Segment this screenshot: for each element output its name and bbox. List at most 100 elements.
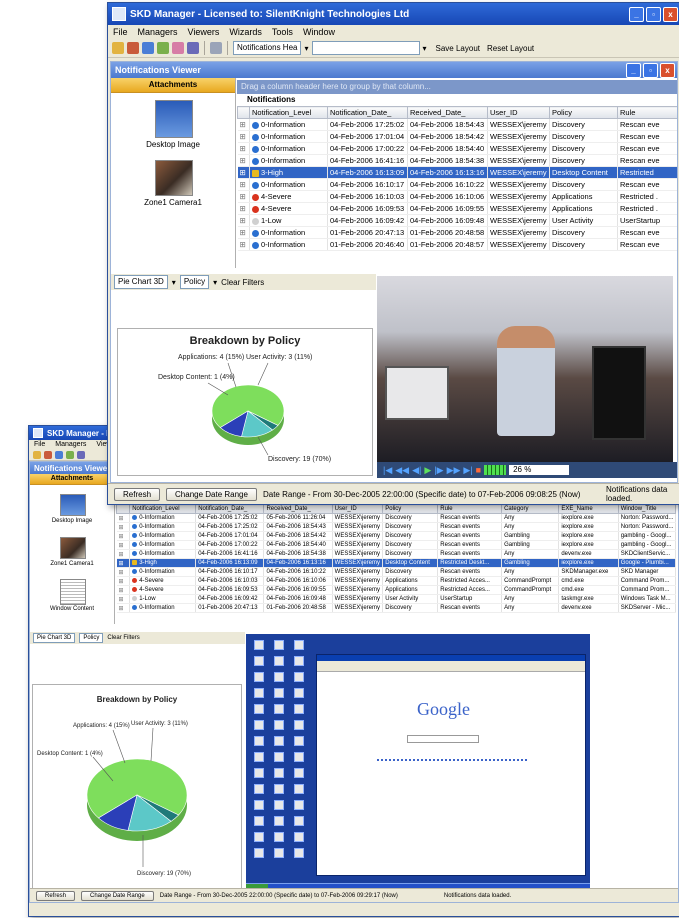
back-window-content-thumbnail[interactable] [60,579,86,605]
desktop-shortcut-icon[interactable] [254,720,264,730]
chart-type-select[interactable]: Pie Chart 3D [114,275,168,289]
table-row[interactable]: ⊞ 0-Information 01-Feb-2006 20:47:13 01-Feb… [237,226,677,239]
table-row[interactable]: ⊞ 0-Information 04-Feb-2006 17:25:02 05-Feb… [116,513,676,523]
skip-end-icon[interactable]: ▶| [463,465,472,476]
desktop-shortcut-icon[interactable] [254,832,264,842]
attachment-caption[interactable]: Desktop Image [111,140,235,149]
desktop-shortcut-icon[interactable] [254,784,264,794]
chart-icon[interactable] [77,451,85,459]
reset-layout-button[interactable]: Reset Layout [487,44,534,53]
expand-icon[interactable]: ⊞ [237,202,250,215]
table-row[interactable]: ⊞ 0-Information 04-Feb-2006 16:41:16 04-Feb… [237,154,677,167]
column-header[interactable]: Notification_Level [249,106,328,119]
back-attachment-caption[interactable]: Zone1 Camera1 [30,561,114,567]
table-row[interactable]: ⊞ 4-Severe 04-Feb-2006 16:09:53 04-Feb-2006… [237,202,677,215]
table-row[interactable]: ⊞ 0-Information 04-Feb-2006 17:25:02 04-Feb… [116,522,676,532]
desktop-shortcut-icon[interactable] [294,800,304,810]
front-menu-item[interactable]: Window [298,25,340,39]
column-header[interactable]: User_ID [487,106,550,119]
back-group-field-select[interactable]: Policy [79,633,104,643]
stop-icon[interactable]: ■ [476,465,481,475]
expand-icon[interactable]: ⊞ [237,238,250,251]
table-row[interactable]: ⊞ 4-Severe 04-Feb-2006 16:10:03 04-Feb-2006… [116,576,676,586]
desktop-shortcut-icon[interactable] [294,784,304,794]
table-row[interactable]: ⊞ 0-Information 04-Feb-2006 16:10:17 04-Feb… [237,178,677,191]
close-icon[interactable]: x [663,7,678,22]
play-icon[interactable]: ▶ [424,465,431,476]
camera-thumbnail[interactable] [155,160,193,196]
column-header[interactable]: Received_Date_ [263,504,333,514]
desktop-shortcut-icon[interactable] [274,720,284,730]
back-camera-thumbnail[interactable] [60,537,86,559]
group-by-bar[interactable]: Drag a column header here to group by th… [237,80,677,94]
expand-icon[interactable]: ⊞ [116,567,131,577]
back-attachment-caption[interactable]: Desktop Image [30,518,114,524]
column-header[interactable]: Policy [549,106,618,119]
table-row[interactable]: ⊞ 4-Severe 04-Feb-2006 16:10:03 04-Feb-2006… [237,190,677,203]
desktop-shortcut-icon[interactable] [254,848,264,858]
expand-icon[interactable]: ⊞ [116,585,131,595]
camera-icon[interactable] [157,42,169,54]
front-menu-item[interactable]: Tools [267,25,298,39]
search-box[interactable] [407,735,479,743]
desktop-shortcut-icon[interactable] [274,832,284,842]
desktop-shortcut-icon[interactable] [254,688,264,698]
back-chart-type-select[interactable]: Pie Chart 3D [33,633,76,643]
column-header[interactable]: User_ID [331,504,384,514]
table-row[interactable]: ⊞ 0-Information 04-Feb-2006 17:00:22 04-Feb… [116,540,676,550]
maximize-icon[interactable]: ▫ [643,63,658,78]
expand-icon[interactable]: ⊞ [116,549,131,559]
notifications-combo[interactable]: Notifications Hea [233,41,302,55]
expand-icon[interactable]: ⊞ [116,522,131,532]
desktop-shortcut-icon[interactable] [294,704,304,714]
step-forward-icon[interactable]: |▶ [434,465,443,476]
group-field-select[interactable]: Policy [179,275,210,289]
front-menu-item[interactable]: Managers [133,25,183,39]
expand-icon[interactable]: ⊞ [116,531,131,541]
back-clear-filters-button[interactable]: Clear Filters [107,635,139,641]
desktop-shortcut-icon[interactable] [254,672,264,682]
column-header[interactable]: Notification_Level [129,504,197,514]
expand-icon[interactable]: ⊞ [116,594,131,604]
column-header[interactable]: Category [501,504,560,514]
table-row[interactable]: ⊞ 0-Information 04-Feb-2006 16:10:17 04-Feb… [116,567,676,577]
volume-bar[interactable] [484,465,507,475]
refresh-button[interactable]: Refresh [114,487,161,501]
chart-icon[interactable] [187,42,199,54]
table-row[interactable]: ⊞ 3-High 04-Feb-2006 16:13:09 04-Feb-2006 1… [116,558,676,568]
desktop-image-thumbnail[interactable] [155,100,193,138]
expand-icon[interactable]: ⊞ [116,576,131,586]
expand-icon[interactable]: ⊞ [237,166,250,179]
column-header[interactable]: Window_Title [617,504,676,514]
users-icon[interactable] [172,42,184,54]
desktop-shortcut-icon[interactable] [274,656,284,666]
desktop-shortcut-icon[interactable] [274,640,284,650]
camera-icon[interactable] [66,451,74,459]
cut-icon[interactable] [44,451,52,459]
open-icon[interactable] [112,42,124,54]
layout-icon[interactable] [210,42,222,54]
table-row[interactable]: ⊞ 0-Information 01-Feb-2006 20:46:40 01-Feb… [237,238,677,251]
front-menu-item[interactable]: File [108,25,133,39]
expand-icon[interactable]: ⊞ [116,558,131,568]
desktop-shortcut-icon[interactable] [274,688,284,698]
layout-select[interactable] [311,41,420,55]
desktop-shortcut-icon[interactable] [294,720,304,730]
chevron-down-icon[interactable]: ▾ [172,278,176,287]
desktop-shortcut-icon[interactable] [294,752,304,762]
desktop-shortcut-icon[interactable] [274,768,284,778]
chevron-down-icon[interactable]: ▾ [423,44,427,53]
column-header[interactable]: Rule [617,106,677,119]
expand-icon[interactable]: ⊞ [237,118,250,131]
column-header[interactable]: Rule [437,504,503,514]
monitor-icon[interactable] [55,451,63,459]
desktop-shortcut-icon[interactable] [254,640,264,650]
desktop-shortcut-icon[interactable] [294,832,304,842]
column-header[interactable]: Notification_Date_ [327,106,408,119]
close-icon[interactable]: x [660,63,675,78]
table-row[interactable]: ⊞ 3-High 04-Feb-2006 16:13:09 04-Feb-2006 1… [237,166,677,179]
desktop-shortcut-icon[interactable] [274,800,284,810]
clear-filters-button[interactable]: Clear Filters [221,278,264,287]
step-back-icon[interactable]: ◀| [412,465,421,476]
table-row[interactable]: ⊞ 0-Information 04-Feb-2006 17:01:04 04-Feb… [116,531,676,541]
